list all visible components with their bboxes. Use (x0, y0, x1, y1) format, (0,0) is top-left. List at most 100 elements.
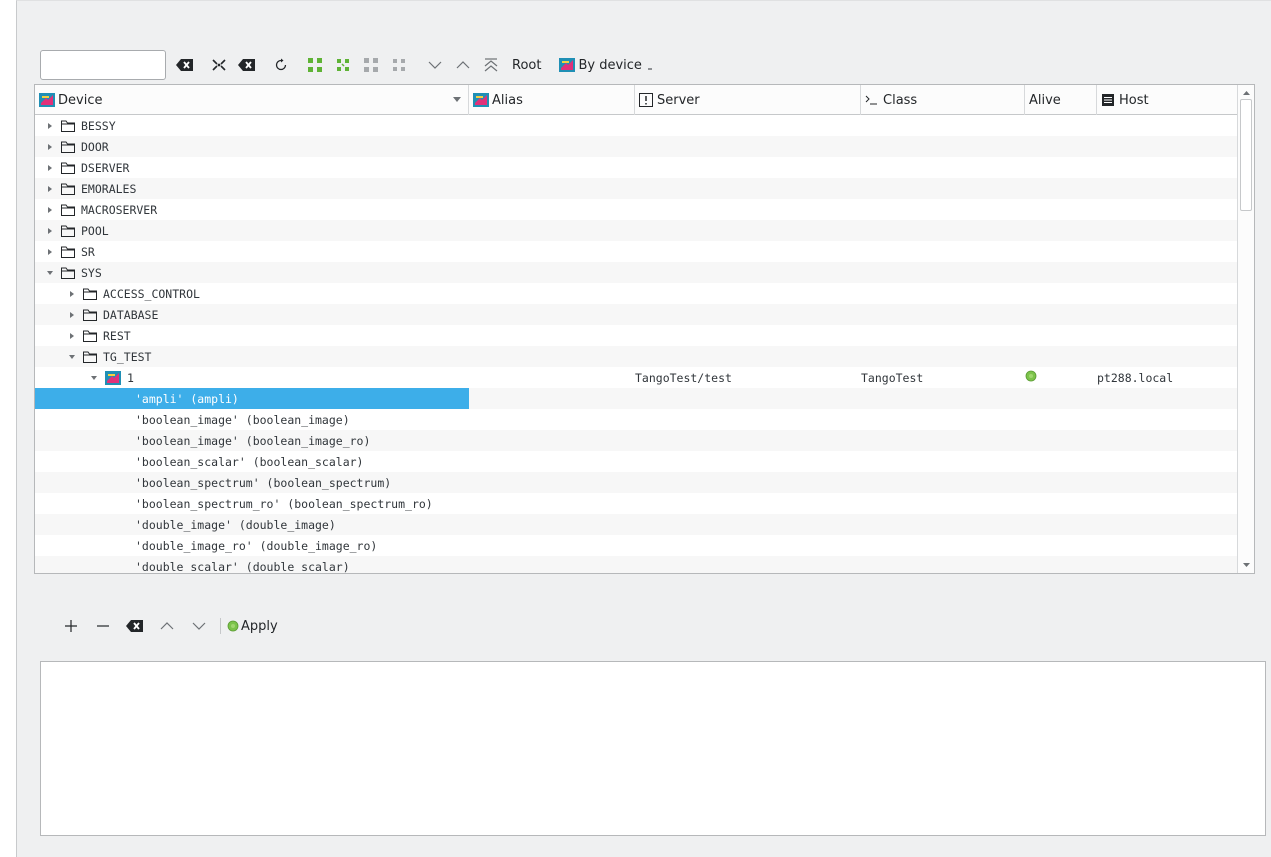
vertical-scrollbar[interactable] (1237, 85, 1254, 573)
remove-button[interactable] (92, 613, 114, 639)
collapse-arrow-icon[interactable] (45, 268, 55, 278)
toolbar-separator (220, 618, 221, 634)
root-button[interactable]: Root (512, 52, 541, 78)
tree-row-label: MACROSERVER (81, 202, 158, 217)
tree-row-attribute[interactable]: 'boolean_spectrum' (boolean_spectrum) (35, 472, 1238, 493)
tree-row-attribute[interactable]: 'double_image_ro' (double_image_ro) (35, 535, 1238, 556)
expand-all-button[interactable] (304, 52, 326, 78)
tree-row[interactable]: DOOR (35, 136, 1238, 157)
expand-arrow-icon[interactable] (45, 226, 55, 236)
expand-arrow-icon[interactable] (45, 142, 55, 152)
minus-icon (97, 625, 109, 627)
column-header-host[interactable]: Host (1097, 85, 1238, 115)
go-top-button[interactable] (480, 52, 502, 78)
tree-row-label: DATABASE (103, 307, 159, 322)
move-up-button[interactable] (156, 613, 178, 639)
tree-row[interactable]: MACROSERVER (35, 199, 1238, 220)
tree-row[interactable]: TG_TEST (35, 346, 1238, 367)
expand-arrow-icon[interactable] (45, 163, 55, 173)
column-label-server: Server (657, 92, 700, 108)
folder-icon (61, 141, 75, 153)
apply-button[interactable]: Apply (227, 613, 278, 639)
expand-selected-button[interactable] (360, 52, 382, 78)
tree-row[interactable]: ACCESS_CONTROL (35, 283, 1238, 304)
add-button[interactable] (60, 613, 82, 639)
expand-arrow-icon[interactable] (67, 289, 77, 299)
tree-row-device[interactable]: 1 TangoTest/test TangoTest pt288.local (35, 367, 1238, 388)
device-icon (105, 370, 121, 385)
expand-arrow-icon[interactable] (45, 121, 55, 131)
column-header-alias[interactable]: Alias (469, 85, 635, 115)
expand-arrow-icon[interactable] (45, 184, 55, 194)
collapse-all-icon (337, 59, 349, 71)
selection-list[interactable] (40, 661, 1266, 836)
scrollbar-thumb[interactable] (1240, 99, 1252, 211)
chevron-down-icon (428, 61, 442, 69)
tree-row-attribute[interactable]: 'boolean_image' (boolean_image_ro) (35, 430, 1238, 451)
tree-row-attribute[interactable]: 'ampli' (ampli) (35, 388, 1238, 409)
expand-arrow-icon[interactable] (67, 331, 77, 341)
tree-row-attribute[interactable]: 'boolean_image' (boolean_image) (35, 409, 1238, 430)
folder-icon (83, 330, 97, 342)
sort-down-icon (453, 97, 461, 102)
collapse-arrow-icon[interactable] (89, 373, 99, 383)
tree-row-label: EMORALES (81, 181, 137, 196)
tree-row[interactable]: SYS (35, 262, 1238, 283)
scroll-up-icon[interactable] (1239, 87, 1254, 99)
tree-row[interactable]: SR (35, 241, 1238, 262)
selection-toolbar: Apply (60, 612, 288, 640)
tree-row[interactable]: BESSY (35, 115, 1238, 136)
folder-icon (83, 351, 97, 363)
expand-arrow-icon[interactable] (67, 310, 77, 320)
tree-row-attribute[interactable]: 'double_scalar' (double_scalar) (35, 556, 1238, 573)
tree-row[interactable]: EMORALES (35, 178, 1238, 199)
clear-filter-button[interactable] (174, 52, 196, 78)
clear-list-button[interactable] (124, 613, 146, 639)
column-header-device[interactable]: Device (35, 85, 469, 115)
backspace-icon (176, 59, 193, 71)
backspace-icon (126, 620, 143, 632)
collapse-arrow-icon[interactable] (67, 352, 77, 362)
tree-row[interactable]: REST (35, 325, 1238, 346)
tree-row-label: ACCESS_CONTROL (103, 286, 200, 301)
plus-icon (65, 620, 77, 632)
tree-row-label: 'boolean_spectrum' (boolean_spectrum) (135, 475, 392, 490)
tree-row-label: REST (103, 328, 131, 343)
expand-arrow-icon[interactable] (45, 247, 55, 257)
folder-icon (61, 225, 75, 237)
apply-label: Apply (241, 618, 278, 634)
regex-filter-button[interactable] (208, 52, 230, 78)
column-header-alive[interactable]: Alive (1025, 85, 1097, 115)
chevron-up-icon (160, 622, 174, 630)
clear-button[interactable] (236, 52, 258, 78)
tree-row-label: 'boolean_scalar' (boolean_scalar) (135, 454, 364, 469)
column-header-class[interactable]: Class (861, 85, 1025, 115)
alive-status-icon (1025, 370, 1037, 385)
go-down-button[interactable] (424, 52, 446, 78)
device-tree[interactable]: Device Alias Server Class Alive Host BES… (34, 84, 1255, 574)
tree-row-label: DSERVER (81, 160, 130, 175)
tree-row-attribute[interactable]: 'boolean_scalar' (boolean_scalar) (35, 451, 1238, 472)
tree-row[interactable]: POOL (35, 220, 1238, 241)
tree-row-attribute[interactable]: 'boolean_spectrum_ro' (boolean_spectrum_… (35, 493, 1238, 514)
chevron-up-icon (456, 61, 470, 69)
filter-input[interactable] (40, 50, 166, 80)
tree-row[interactable]: DATABASE (35, 304, 1238, 325)
selected-cell[interactable]: 'ampli' (ampli) (35, 388, 469, 409)
collapse-all-button[interactable] (332, 52, 354, 78)
alias-icon (473, 93, 489, 107)
tree-row-attribute[interactable]: 'double_image' (double_image) (35, 514, 1238, 535)
tree-row[interactable]: DSERVER (35, 157, 1238, 178)
column-header-server[interactable]: Server (635, 85, 861, 115)
folder-icon (61, 267, 75, 279)
go-up-button[interactable] (452, 52, 474, 78)
move-down-button[interactable] (188, 613, 210, 639)
collapse-selected-button[interactable] (388, 52, 410, 78)
expand-arrow-icon[interactable] (45, 205, 55, 215)
scroll-down-icon[interactable] (1239, 559, 1254, 571)
host-value: pt288.local (1097, 370, 1174, 385)
by-device-button[interactable]: By device (559, 52, 653, 78)
column-label-device: Device (58, 92, 103, 108)
folder-icon (61, 120, 75, 132)
refresh-button[interactable] (270, 52, 292, 78)
